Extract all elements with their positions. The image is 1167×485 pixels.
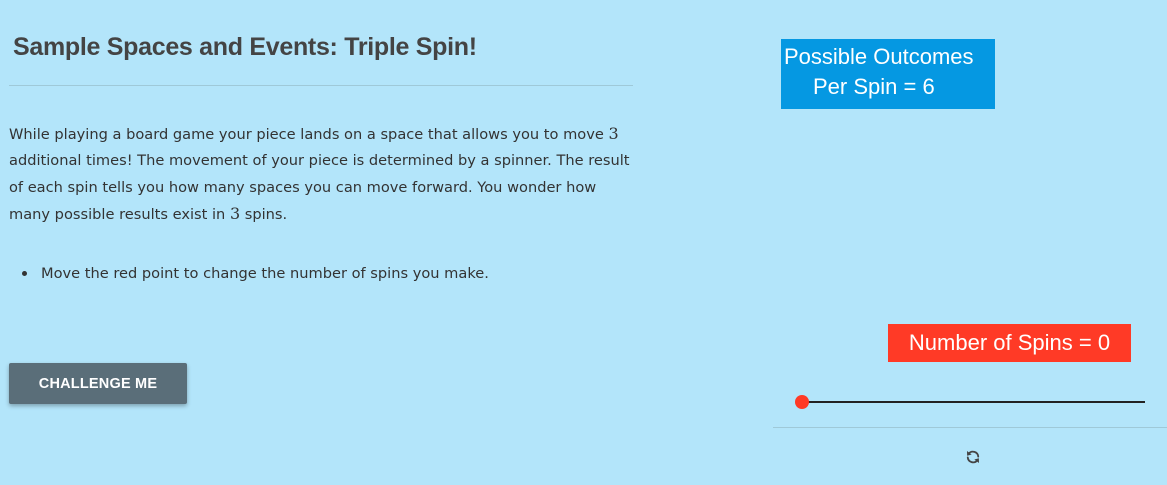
page-title: Sample Spaces and Events: Triple Spin! bbox=[13, 33, 477, 61]
problem-description: While playing a board game your piece la… bbox=[9, 121, 639, 229]
challenge-me-button[interactable]: CHALLENGE ME bbox=[9, 363, 187, 404]
possible-outcomes-label: Possible Outcomes Per Spin = 6 bbox=[781, 39, 995, 109]
title-divider bbox=[9, 85, 633, 86]
description-text-1: While playing a board game your piece la… bbox=[9, 126, 609, 143]
spins-slider-track[interactable] bbox=[804, 401, 1145, 403]
description-text-3: spins. bbox=[240, 206, 288, 224]
refresh-icon bbox=[966, 450, 980, 464]
possible-outcomes-line2: Per Spin = 6 bbox=[813, 74, 935, 99]
description-text-2: additional times! The movement of your p… bbox=[9, 152, 630, 224]
possible-outcomes-line1: Possible Outcomes bbox=[784, 44, 974, 69]
graph-footer-divider bbox=[773, 427, 1167, 428]
instruction-item: Move the red point to change the number … bbox=[9, 262, 489, 286]
instruction-list: Move the red point to change the number … bbox=[9, 262, 489, 286]
description-number-1: 3 bbox=[608, 124, 619, 143]
reset-button[interactable] bbox=[962, 446, 984, 468]
spins-slider-handle[interactable] bbox=[795, 395, 809, 409]
description-number-2: 3 bbox=[229, 204, 241, 224]
left-panel: Sample Spaces and Events: Triple Spin! W… bbox=[9, 0, 633, 485]
number-of-spins-label: Number of Spins = 0 bbox=[888, 324, 1131, 362]
